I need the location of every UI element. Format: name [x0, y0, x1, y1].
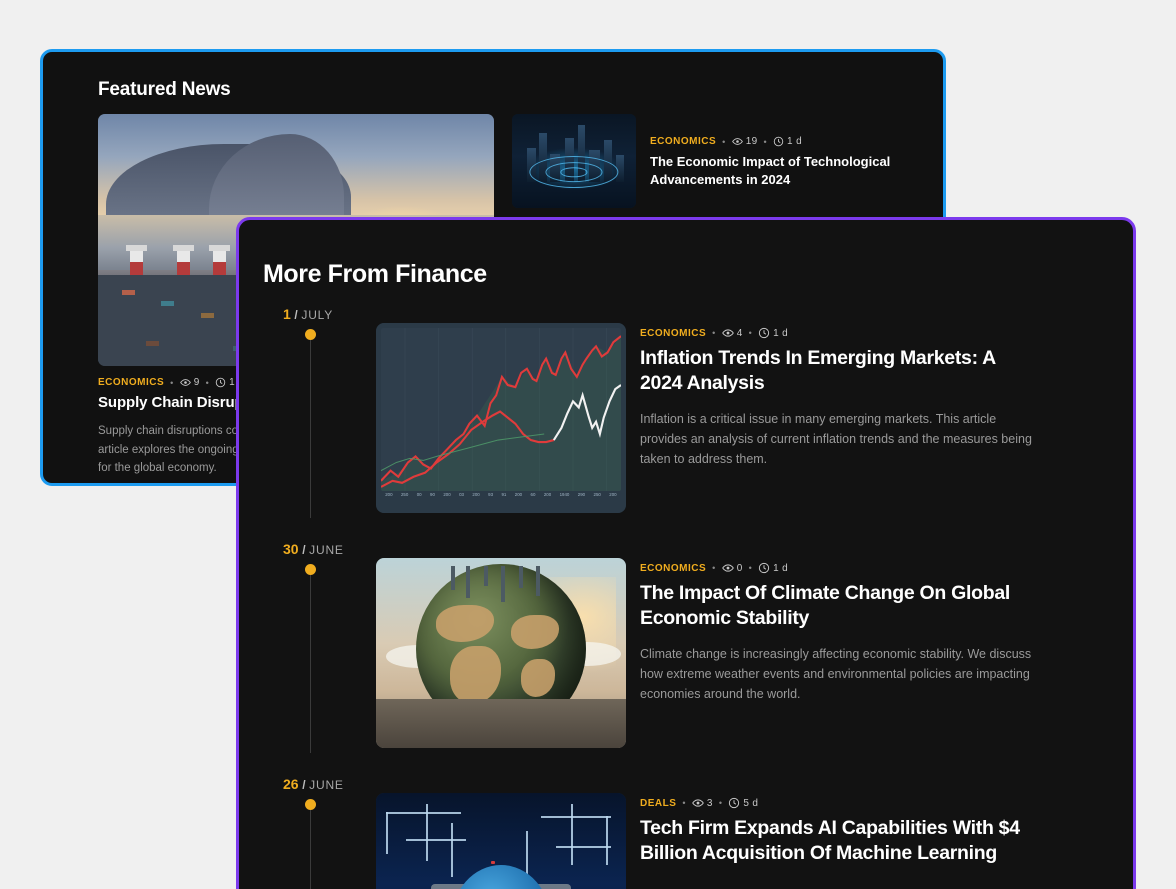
timeline-day: 30 [283, 541, 299, 557]
timeline-dot [305, 564, 316, 575]
read-time-value: 1 d [787, 136, 802, 147]
views-count: 0 [736, 562, 743, 574]
views-count: 3 [706, 797, 713, 809]
read-time-value: 5 d [743, 797, 759, 809]
more-from-finance-title: More From Finance [263, 260, 487, 288]
timeline-dot [305, 799, 316, 810]
timeline-dot [305, 329, 316, 340]
finance-timeline: 1 / JULY 200 250 00 90 200 03 200 93 91 … [239, 306, 1133, 889]
views-count: 4 [736, 327, 743, 339]
ai-brain-on-circuit-board-image [376, 793, 626, 889]
read-time-stat: 1 d [758, 562, 788, 574]
meta-separator: • [712, 563, 716, 573]
timeline-month: JUNE [309, 778, 344, 792]
meta-separator: • [170, 377, 174, 388]
eye-icon [692, 799, 704, 807]
timeline-article-image[interactable] [376, 558, 626, 748]
meta-separator: • [205, 377, 210, 388]
meta-separator: • [722, 136, 726, 147]
timeline-month: JULY [301, 308, 334, 322]
timeline-article-excerpt: Climate change is increasingly affecting… [640, 646, 1032, 702]
city-skyline-with-digital-network-image [512, 114, 636, 208]
timeline-separator: / [302, 543, 306, 557]
category-badge[interactable]: DEALS [640, 798, 676, 809]
financial-line-chart-image: 200 250 00 90 200 03 200 93 91 200 60 200 1940 290 250… [376, 323, 626, 513]
timeline-article[interactable]: 200 250 00 90 200 03 200 93 91 200 60 200 1940 290 250… [376, 323, 1109, 513]
timeline-article-image[interactable] [376, 793, 626, 889]
timeline-date: 26 / JUNE [283, 776, 344, 792]
category-badge[interactable]: ECONOMICS [98, 377, 164, 388]
timeline-line [310, 340, 311, 518]
clock-icon [729, 797, 740, 809]
read-time-stat: 1 d [773, 136, 802, 147]
clock-icon [215, 377, 226, 388]
views-stat: 0 [721, 562, 743, 574]
meta-separator: • [748, 563, 753, 573]
views-count: 19 [745, 136, 758, 147]
eye-icon [721, 564, 734, 572]
timeline-month: JUNE [309, 543, 344, 557]
views-stat: 9 [179, 377, 200, 388]
timeline-article-body: DEALS • 3 • 5 d Tech Firm Expands AI Cap… [640, 793, 1109, 889]
timeline-day: 26 [283, 776, 299, 792]
meta-separator: • [682, 798, 686, 808]
read-time-stat: 5 d [728, 797, 758, 809]
timeline-article-image[interactable]: 200 250 00 90 200 03 200 93 91 200 60 200 1940 290 250… [376, 323, 626, 513]
meta-separator: • [748, 328, 753, 338]
views-stat: 3 [692, 797, 713, 809]
views-stat: 4 [721, 327, 743, 339]
views-stat: 19 [731, 136, 758, 147]
clock-icon [758, 327, 770, 339]
timeline-entry: 30 / JUNE ECONOMICS • 0 • 1 d The Impact… [239, 541, 1133, 755]
screenshot-stage: Featured News ECONOMICS • 9 • 1 Supply C… [0, 0, 1176, 889]
clock-icon [758, 562, 770, 574]
featured-side-article[interactable]: ECONOMICS • 19 • 1 d The Economic Impact… [512, 114, 921, 208]
featured-side-text: ECONOMICS • 19 • 1 d The Economic Impact… [650, 114, 921, 208]
featured-news-title: Featured News [98, 79, 231, 100]
timeline-entry: 26 / JUNE DEALS • 3 • 5 d Tech Firm Expa… [239, 776, 1133, 889]
category-badge[interactable]: ECONOMICS [640, 328, 706, 339]
timeline-article[interactable]: DEALS • 3 • 5 d Tech Firm Expands AI Cap… [376, 793, 1109, 889]
read-time-value: 1 d [773, 562, 789, 574]
featured-side-headline[interactable]: The Economic Impact of Technological Adv… [650, 153, 921, 189]
meta-separator: • [718, 798, 723, 808]
chart-svg [381, 328, 621, 491]
featured-side-thumbnail[interactable] [512, 114, 636, 208]
meta-separator: • [712, 328, 716, 338]
chart-axis-labels: 200 250 00 90 200 03 200 93 91 200 60 200 1940 290 250… [385, 492, 617, 497]
timeline-date: 1 / JULY [283, 306, 333, 322]
timeline-line [310, 575, 311, 753]
timeline-day: 1 [283, 306, 291, 322]
timeline-article-body: ECONOMICS • 4 • 1 d Inflation Trends In … [640, 323, 1109, 513]
eye-icon [179, 379, 191, 386]
timeline-date: 30 / JUNE [283, 541, 344, 557]
meta-separator: • [763, 136, 768, 147]
read-time-stat: 1 d [758, 327, 788, 339]
category-badge[interactable]: ECONOMICS [640, 563, 706, 574]
timeline-entry: 1 / JULY 200 250 00 90 200 03 200 93 91 … [239, 306, 1133, 520]
eye-icon [731, 138, 743, 145]
views-count: 9 [193, 377, 200, 388]
timeline-article-excerpt: Inflation is a critical issue in many em… [640, 411, 1032, 467]
read-time-value: 1 d [773, 327, 789, 339]
clock-icon [773, 136, 784, 147]
timeline-article-headline[interactable]: Inflation Trends In Emerging Markets: A … [640, 346, 1040, 397]
timeline-article-body: ECONOMICS • 0 • 1 d The Impact Of Climat… [640, 558, 1109, 748]
timeline-separator: / [294, 308, 298, 322]
timeline-article[interactable]: ECONOMICS • 0 • 1 d The Impact Of Climat… [376, 558, 1109, 748]
timeline-line [310, 810, 311, 889]
more-from-finance-panel: More From Finance 1 / JULY 200 250 00 90… [236, 217, 1136, 889]
category-badge[interactable]: ECONOMICS [650, 136, 716, 147]
globe-with-cities-climate-image [376, 558, 626, 748]
timeline-article-headline[interactable]: The Impact Of Climate Change On Global E… [640, 581, 1040, 632]
timeline-article-headline[interactable]: Tech Firm Expands AI Capabilities With $… [640, 816, 1040, 867]
eye-icon [721, 329, 734, 337]
timeline-separator: / [302, 778, 306, 792]
